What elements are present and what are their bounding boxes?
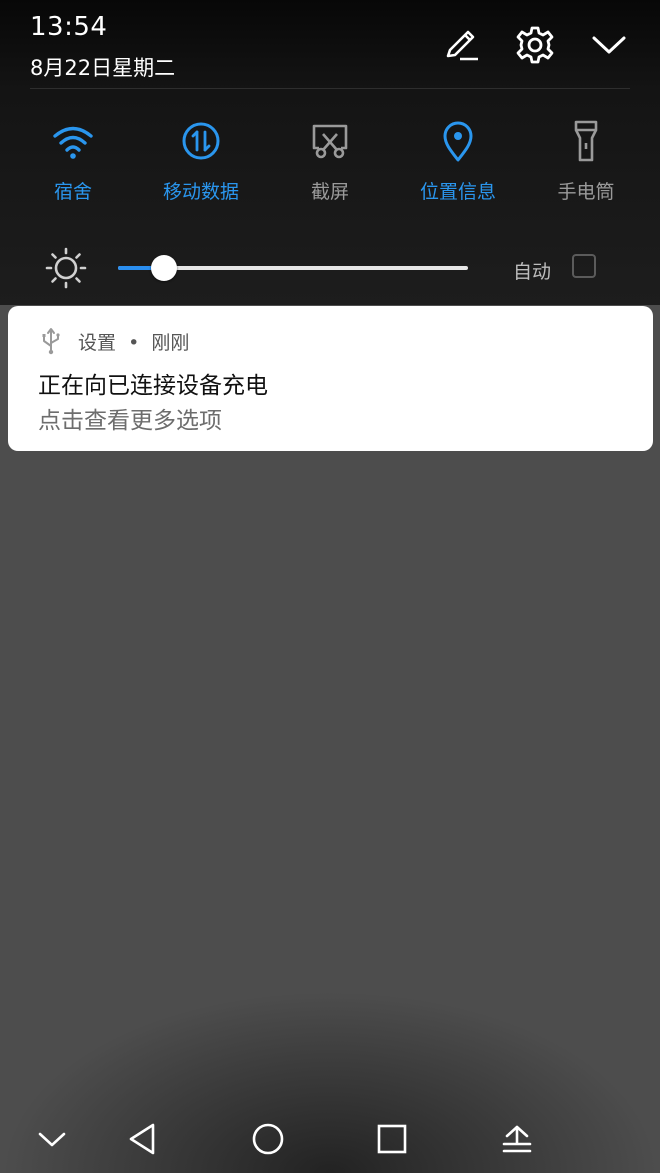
tile-wifi[interactable]: 宿舍 (9, 118, 137, 208)
back-icon[interactable] (121, 1117, 165, 1161)
status-time: 13:54 (30, 12, 108, 42)
tile-flashlight-label: 手电筒 (557, 181, 615, 203)
notification-app-name: 设置 (78, 332, 117, 354)
notification-meta: 设置 • 刚刚 (78, 328, 189, 355)
tile-mobile-data[interactable]: 移动数据 (137, 118, 265, 208)
tile-screenshot[interactable]: 截屏 (266, 118, 394, 208)
header-divider (30, 88, 630, 89)
brightness-thumb[interactable] (150, 255, 177, 281)
tile-location-label: 位置信息 (419, 181, 496, 203)
settings-icon[interactable] (515, 25, 555, 65)
screenshot-icon (307, 118, 353, 164)
status-date: 8月22日星期二 (30, 56, 176, 80)
flashlight-icon (563, 118, 609, 164)
tile-mobile-data-label: 移动数据 (162, 181, 239, 203)
tile-flashlight[interactable]: 手电筒 (522, 118, 650, 208)
hide-nav-icon[interactable] (30, 1117, 74, 1161)
wifi-icon (50, 118, 96, 164)
home-icon[interactable] (246, 1117, 290, 1161)
location-icon (435, 118, 481, 164)
collapse-chevron-icon[interactable] (589, 25, 629, 65)
tile-screenshot-label: 截屏 (310, 181, 349, 203)
tile-wifi-label: 宿舍 (53, 181, 92, 203)
mobile-data-icon (178, 118, 224, 164)
notification-card[interactable]: 设置 • 刚刚 正在向已连接设备充电 点击查看更多选项 (8, 306, 653, 451)
notification-shade: 13:54 8月22日星期二 宿舍 移动数据 截屏 位置信息 手电筒 自动 (0, 0, 660, 305)
notification-title: 正在向已连接设备充电 (38, 373, 268, 399)
recents-icon[interactable] (370, 1117, 414, 1161)
brightness-slider[interactable] (118, 252, 468, 284)
auto-brightness-checkbox[interactable] (572, 254, 596, 278)
notification-text: 点击查看更多选项 (38, 408, 222, 434)
nav-bar-background (0, 990, 660, 1173)
usb-icon (38, 326, 64, 356)
brightness-icon (44, 246, 88, 290)
auto-brightness-label: 自动 (513, 261, 552, 283)
edit-icon[interactable] (442, 25, 482, 65)
notification-separator: • (128, 332, 140, 354)
notification-shade-icon[interactable] (495, 1117, 539, 1161)
tile-location[interactable]: 位置信息 (394, 118, 522, 208)
notification-time: 刚刚 (151, 332, 190, 354)
